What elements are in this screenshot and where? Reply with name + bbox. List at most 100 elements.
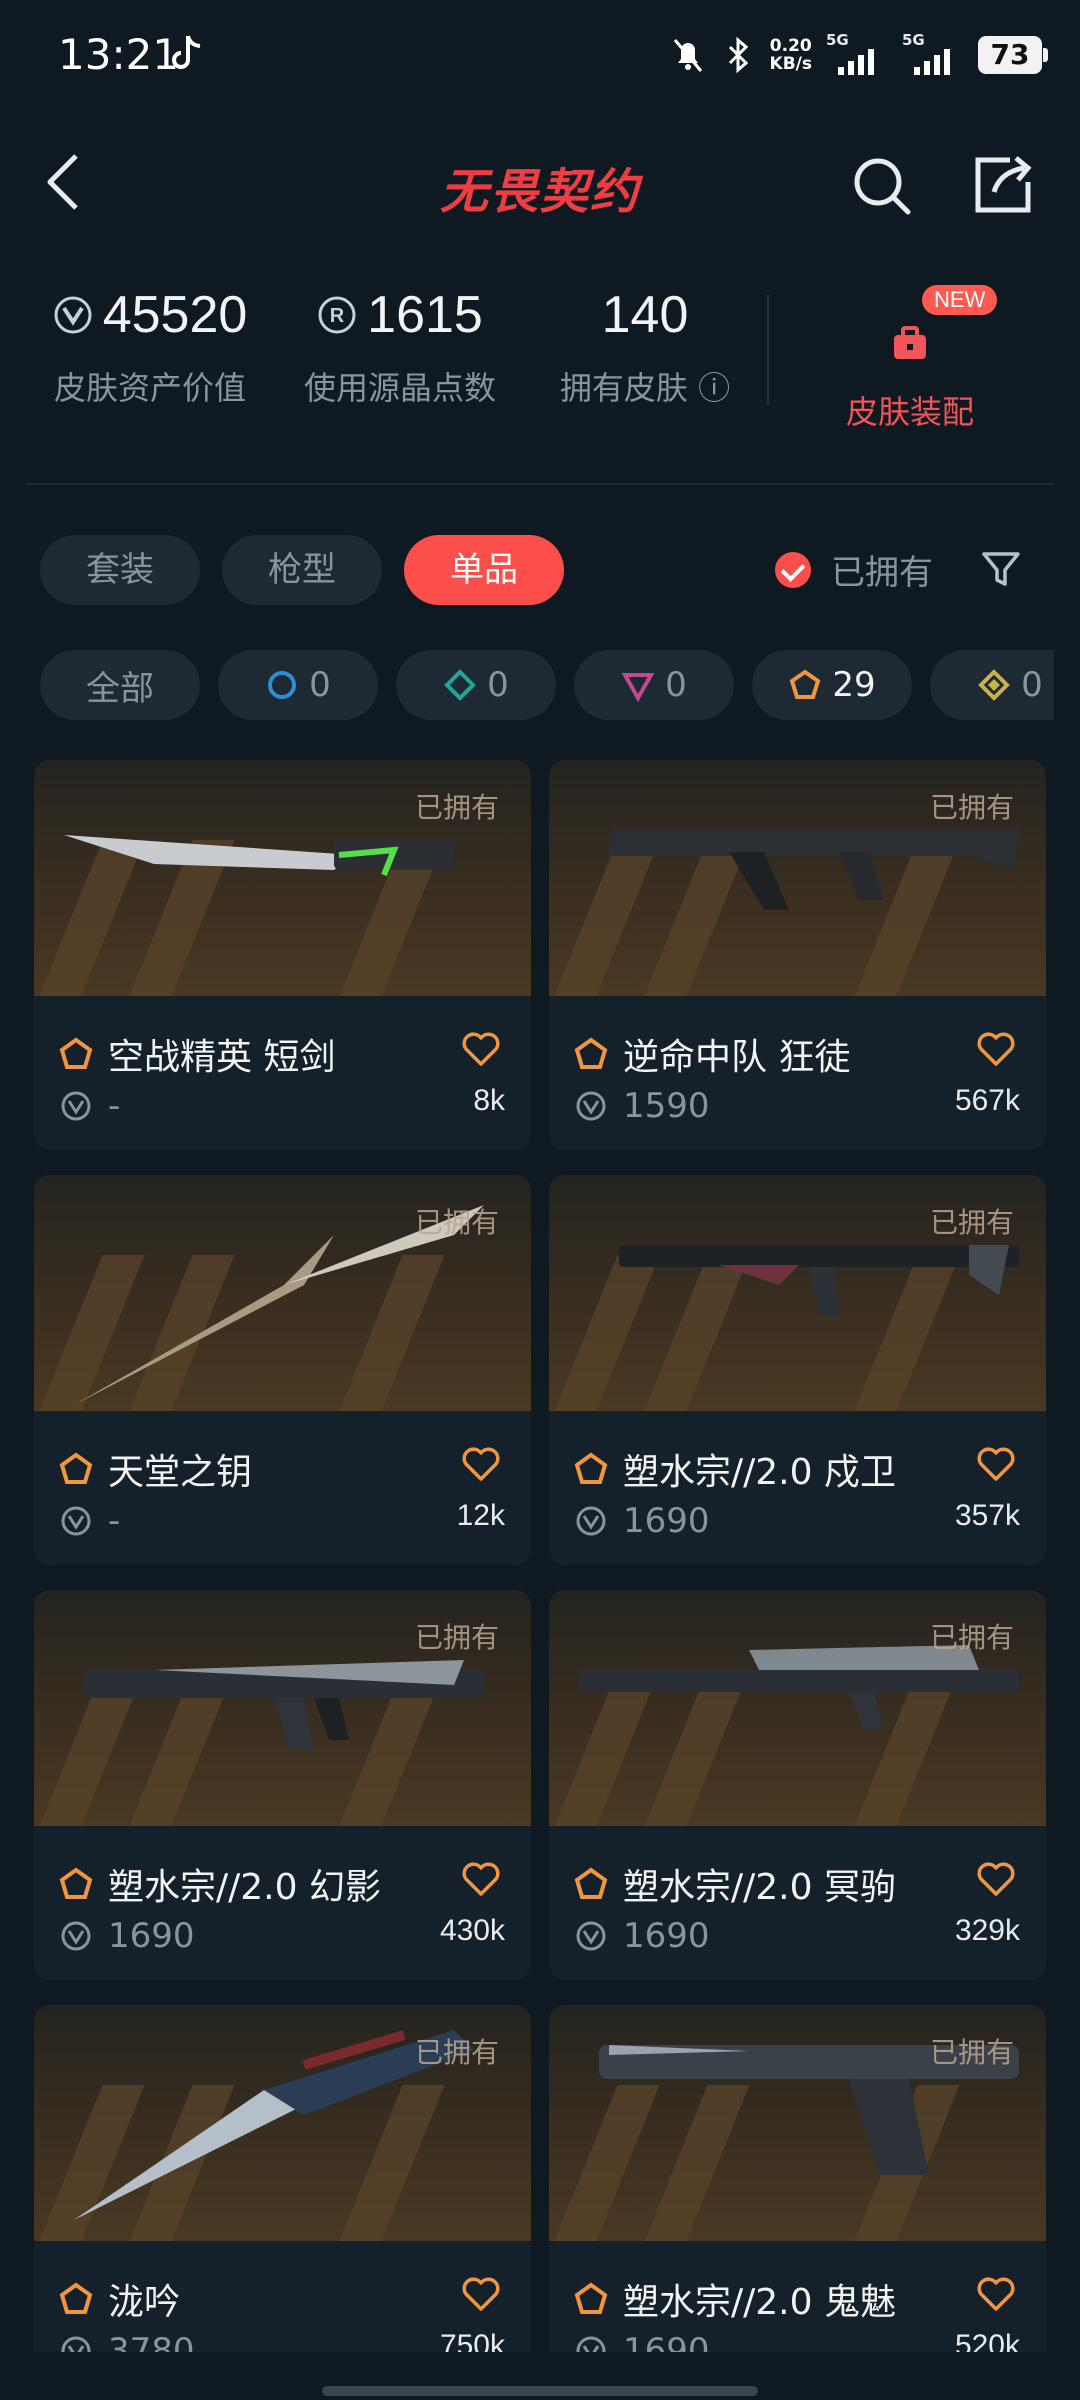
chip-premium-tier[interactable]: 0 [574,650,734,720]
asset-value-label: 皮肤资产价值 [53,369,246,407]
owned-tag: 已拥有 [929,1206,1014,1239]
chip-all-label: 全部 [86,668,154,709]
favorite-heart-icon[interactable] [976,2275,1016,2313]
skin-price: 1690 [575,1501,710,1541]
likes-count: 8k [473,1084,505,1117]
skin-name: 塑水宗//2.0 幻影 [108,1867,381,1908]
skin-image: 已拥有 [34,2005,531,2241]
valorant-points-icon [54,296,92,334]
valorant-points-icon [576,1091,606,1121]
favorite-heart-icon[interactable] [461,1030,501,1068]
ultra-tier-icon [978,669,1011,701]
skin-card[interactable]: 已拥有 塑水宗//2.0 幻影 1690 430k [34,1590,531,1980]
skin-price: - [60,1501,120,1541]
rarity-filter-chips: 全部 0 0 0 29 0 [40,650,1054,722]
filter-icon[interactable] [980,548,1022,590]
chip-deluxe-tier[interactable]: 0 [396,650,556,720]
checkbox-checked-icon[interactable] [775,551,811,588]
skin-card[interactable]: 已拥有 天堂之钥 - 12k [34,1175,531,1565]
network-speed-unit: KB/s [769,54,812,74]
skin-image: 已拥有 [549,1590,1046,1826]
chip-all[interactable]: 全部 [40,650,200,720]
skin-card[interactable]: 已拥有 泷吟 3780 750k [34,2005,531,2352]
skin-price: 1690 [575,2331,710,2352]
status-bar: 13:21 0.20 KB/s 5G 5G 73 [0,0,1080,118]
skin-loadout-button[interactable]: NEW 皮肤装配 [800,285,1020,433]
share-icon[interactable] [970,152,1036,216]
skin-card[interactable]: 已拥有 塑水宗//2.0 戍卫 1690 357k [549,1175,1046,1565]
skin-price: - [60,1086,120,1126]
svg-text:R: R [330,305,345,327]
skin-card[interactable]: 已拥有 塑水宗//2.0 冥驹 1690 329k [549,1590,1046,1980]
exclusive-tier-icon [574,1867,608,1899]
owned-skins-stat[interactable]: 140 拥有皮肤 ⓘ [545,285,745,409]
app-logo-title: 无畏契约 [439,164,640,220]
network-speed-value: 0.20 [769,36,812,56]
divider [767,295,769,405]
skin-price-value: - [108,1086,121,1126]
skin-price-value: 3780 [108,2331,195,2352]
skin-title: 天堂之钥 [58,1443,252,1495]
exclusive-tier-icon [59,1037,93,1069]
clock: 13:21 [58,30,180,79]
owned-tag: 已拥有 [414,2036,499,2069]
skin-title: 逆命中队 狂徒 [573,1028,850,1080]
radianite-stat: R 1615 使用源晶点数 [290,285,510,409]
owned-filter-label: 已拥有 [831,553,933,593]
skin-loadout-label: 皮肤装配 [845,393,974,431]
loadout-bag-icon [894,326,926,359]
owned-filter-toggle[interactable]: 已拥有 [775,545,933,594]
top-nav: 无畏契约 [0,120,1080,250]
skin-price: 1690 [575,1916,710,1956]
valorant-points-icon [61,2336,91,2352]
skin-card[interactable]: 已拥有 塑水宗//2.0 鬼魅 1690 520k [549,2005,1046,2352]
radianite-label: 使用源晶点数 [303,369,496,407]
sim1-label: 5G [826,31,849,49]
favorite-heart-icon[interactable] [976,1445,1016,1483]
signal-icon: 5G [826,31,888,75]
search-icon[interactable] [850,154,914,218]
favorite-heart-icon[interactable] [461,1445,501,1483]
owned-tag: 已拥有 [414,791,499,824]
chip-ultra-tier[interactable]: 0 [930,650,1054,720]
favorite-heart-icon[interactable] [461,1860,501,1898]
tab-weapon-type[interactable]: 枪型 [222,535,382,605]
tab-bundles[interactable]: 套装 [40,535,200,605]
skin-image: 已拥有 [549,1175,1046,1411]
skin-card[interactable]: 已拥有 空战精英 短剑 - 8k [34,760,531,1150]
owned-skins-label: 拥有皮肤 ⓘ [559,369,731,407]
home-indicator[interactable] [322,2386,758,2396]
asset-value-stat: 45520 皮肤资产价值 [40,285,260,409]
skin-name: 泷吟 [108,2282,181,2323]
favorite-heart-icon[interactable] [461,2275,501,2313]
skin-price-value: 1690 [108,1916,195,1956]
chip-count: 0 [309,665,331,705]
likes-count: 567k [954,1084,1020,1117]
owned-tag: 已拥有 [414,1206,499,1239]
favorite-heart-icon[interactable] [976,1030,1016,1068]
exclusive-tier-icon [574,1452,608,1484]
signal-icon: 5G [902,31,964,75]
exclusive-tier-icon [574,2282,608,2314]
owned-tag: 已拥有 [414,1621,499,1654]
likes-count: 329k [954,1914,1020,1947]
exclusive-tier-icon [790,669,821,699]
skin-name: 逆命中队 狂徒 [623,1037,851,1078]
premium-tier-icon [621,673,655,702]
deluxe-tier-icon [444,669,477,701]
favorite-heart-icon[interactable] [976,1860,1016,1898]
skin-price-value: 1690 [623,1916,710,1956]
skin-image: 已拥有 [549,760,1046,996]
skin-card[interactable]: 已拥有 逆命中队 狂徒 1590 567k [549,760,1046,1150]
skin-name: 塑水宗//2.0 戍卫 [623,1452,896,1493]
skin-price: 3780 [60,2331,195,2352]
chip-select-tier[interactable]: 0 [218,650,378,720]
chip-count: 0 [1021,665,1043,705]
skin-image: 已拥有 [34,1175,531,1411]
skin-title: 塑水宗//2.0 鬼魅 [573,2273,896,2325]
skin-name: 天堂之钥 [108,1452,253,1493]
skin-title: 塑水宗//2.0 戍卫 [573,1443,896,1495]
chip-exclusive-tier[interactable]: 29 [752,650,912,720]
tab-single-items[interactable]: 单品 [404,535,564,605]
owned-skins-count: 140 [601,286,689,344]
